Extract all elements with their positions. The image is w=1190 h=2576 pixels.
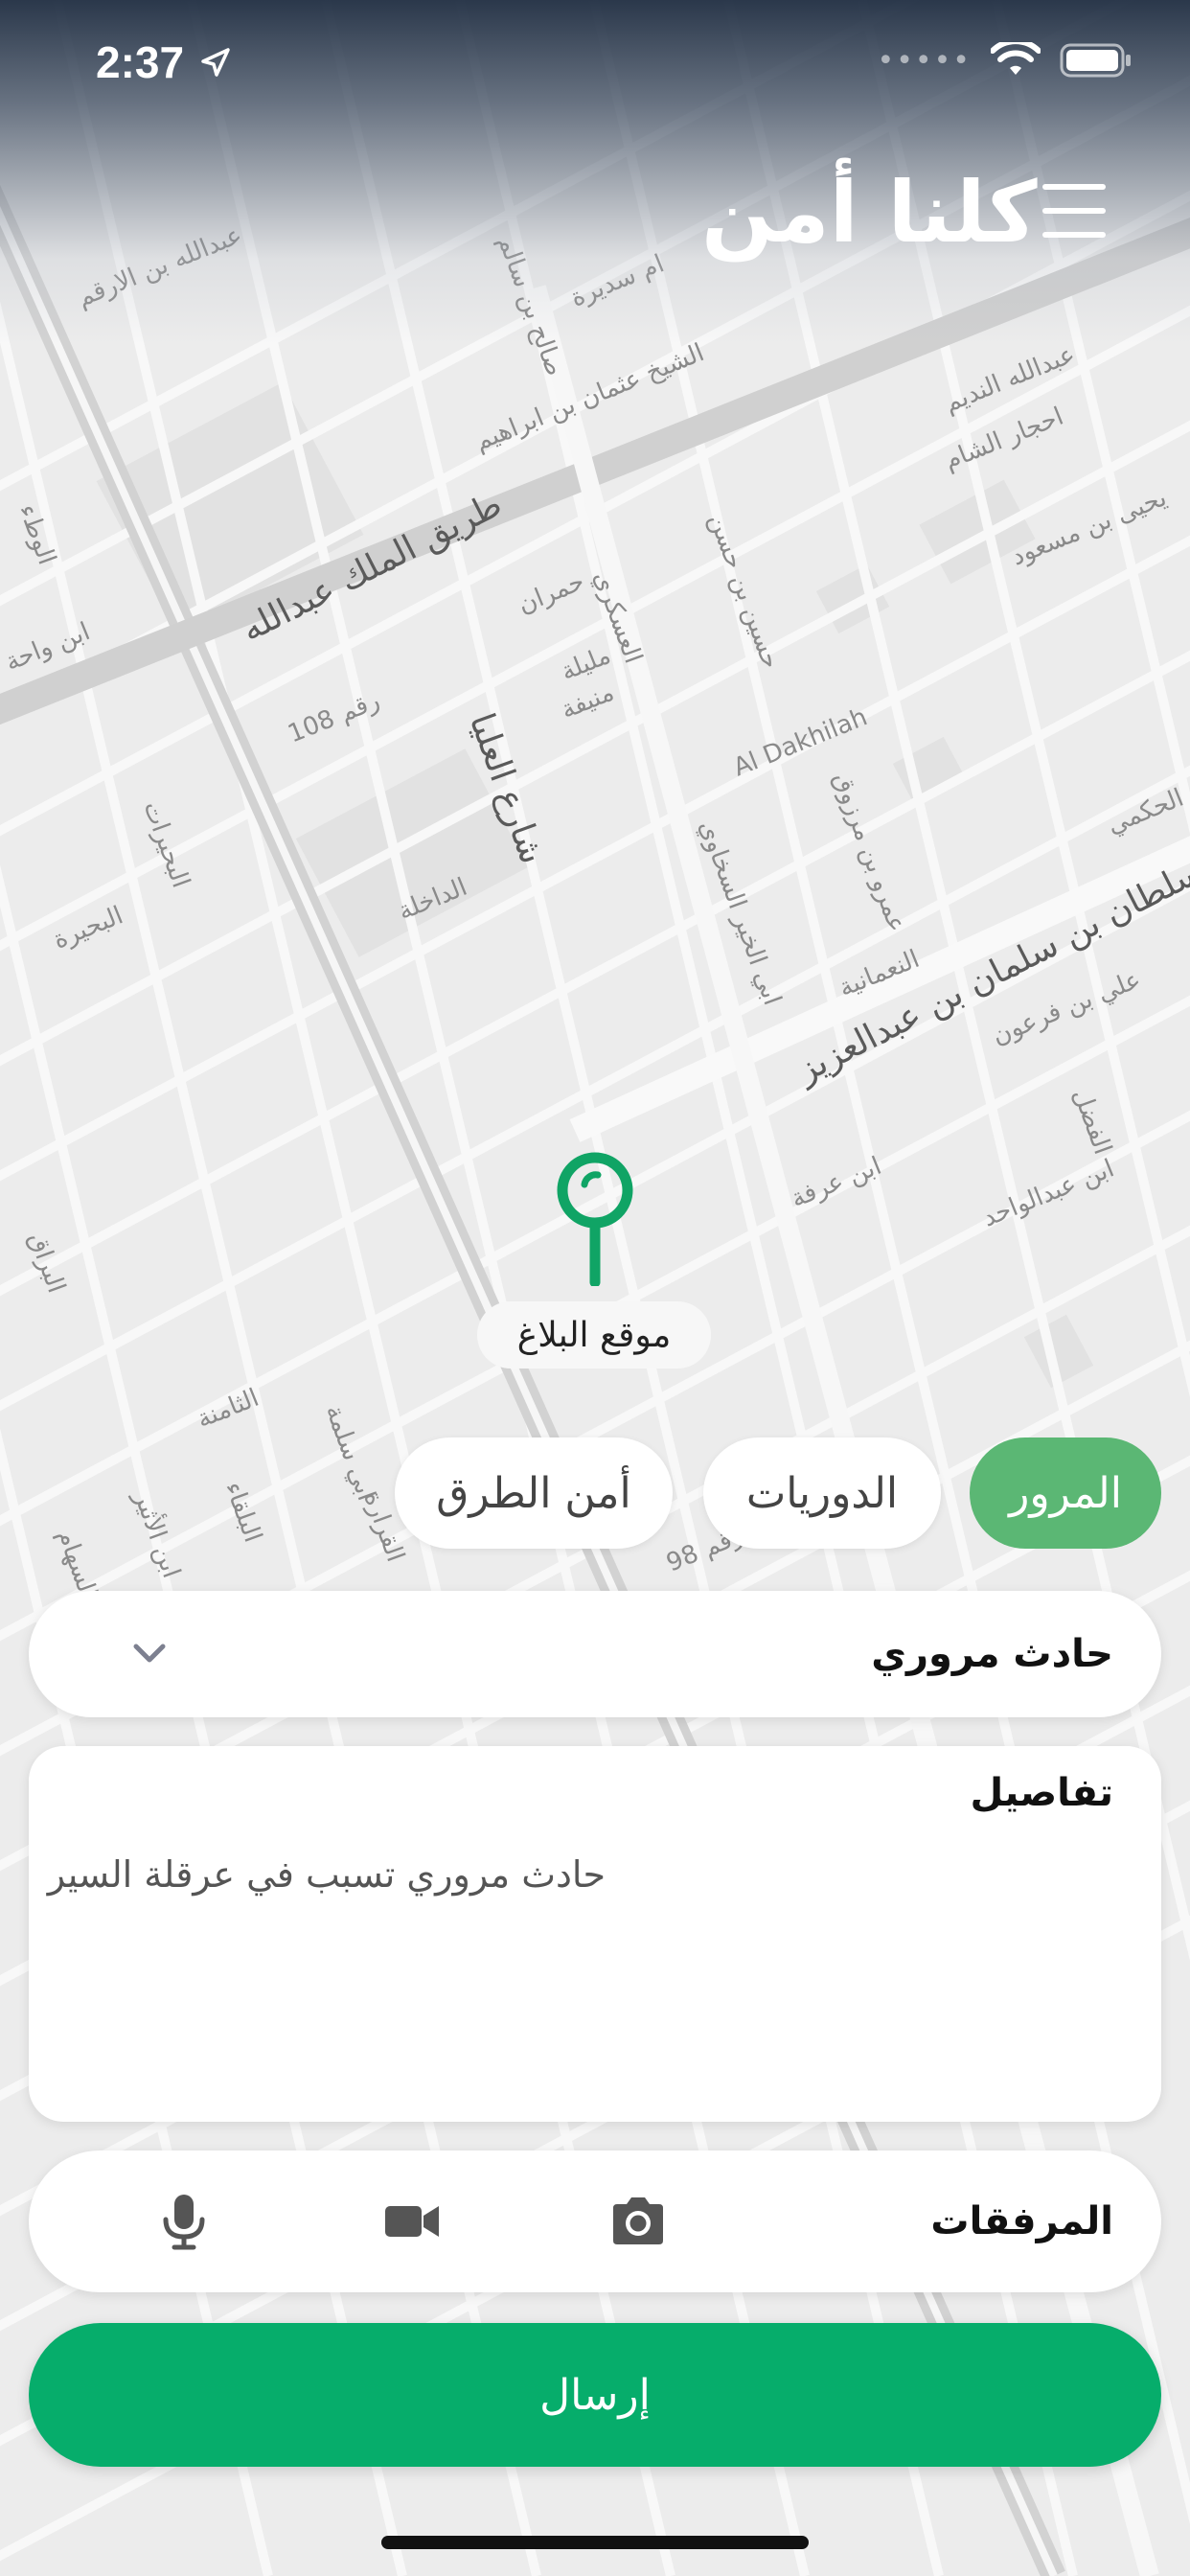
microphone-icon[interactable] (153, 2193, 215, 2250)
camera-icon[interactable] (607, 2193, 669, 2250)
location-arrow-icon (201, 48, 230, 77)
report-type-select[interactable]: حادث مروري (29, 1591, 1161, 1717)
attachments-label: المرفقات (930, 2199, 1113, 2243)
video-camera-icon[interactable] (381, 2193, 443, 2250)
battery-icon (1060, 43, 1131, 78)
home-indicator (381, 2536, 809, 2549)
details-title: تفاصيل (970, 1771, 1113, 1815)
status-time: 2:37 (96, 37, 185, 87)
app-logo: كلنا أمن (701, 163, 1038, 262)
location-pin-icon[interactable] (552, 1150, 638, 1286)
attachments-bar: المرفقات (29, 2150, 1161, 2292)
wifi-icon (991, 42, 1041, 75)
report-type-value: حادث مروري (871, 1632, 1113, 1676)
chevron-down-icon (133, 1644, 166, 1663)
details-card[interactable]: تفاصيل حادث مروري تسبب في عرقلة السير (29, 1746, 1161, 2122)
menu-icon[interactable] (1042, 184, 1106, 238)
category-patrols-chip[interactable]: الدوريات (703, 1438, 941, 1549)
marker-label: موقع البلاغ (477, 1301, 711, 1368)
signal-icon: ••••• (877, 43, 972, 78)
app-screen: طريق الملك عبدالله شارع العليا الأمير سل… (0, 0, 1190, 2576)
category-traffic-chip[interactable]: المرور (970, 1438, 1161, 1549)
category-road-security-chip[interactable]: أمن الطرق (395, 1438, 673, 1549)
submit-button[interactable]: إرسال (29, 2323, 1161, 2467)
details-textarea[interactable]: حادث مروري تسبب في عرقلة السير (48, 1853, 606, 1896)
status-indicators: ••••• (878, 42, 1133, 79)
